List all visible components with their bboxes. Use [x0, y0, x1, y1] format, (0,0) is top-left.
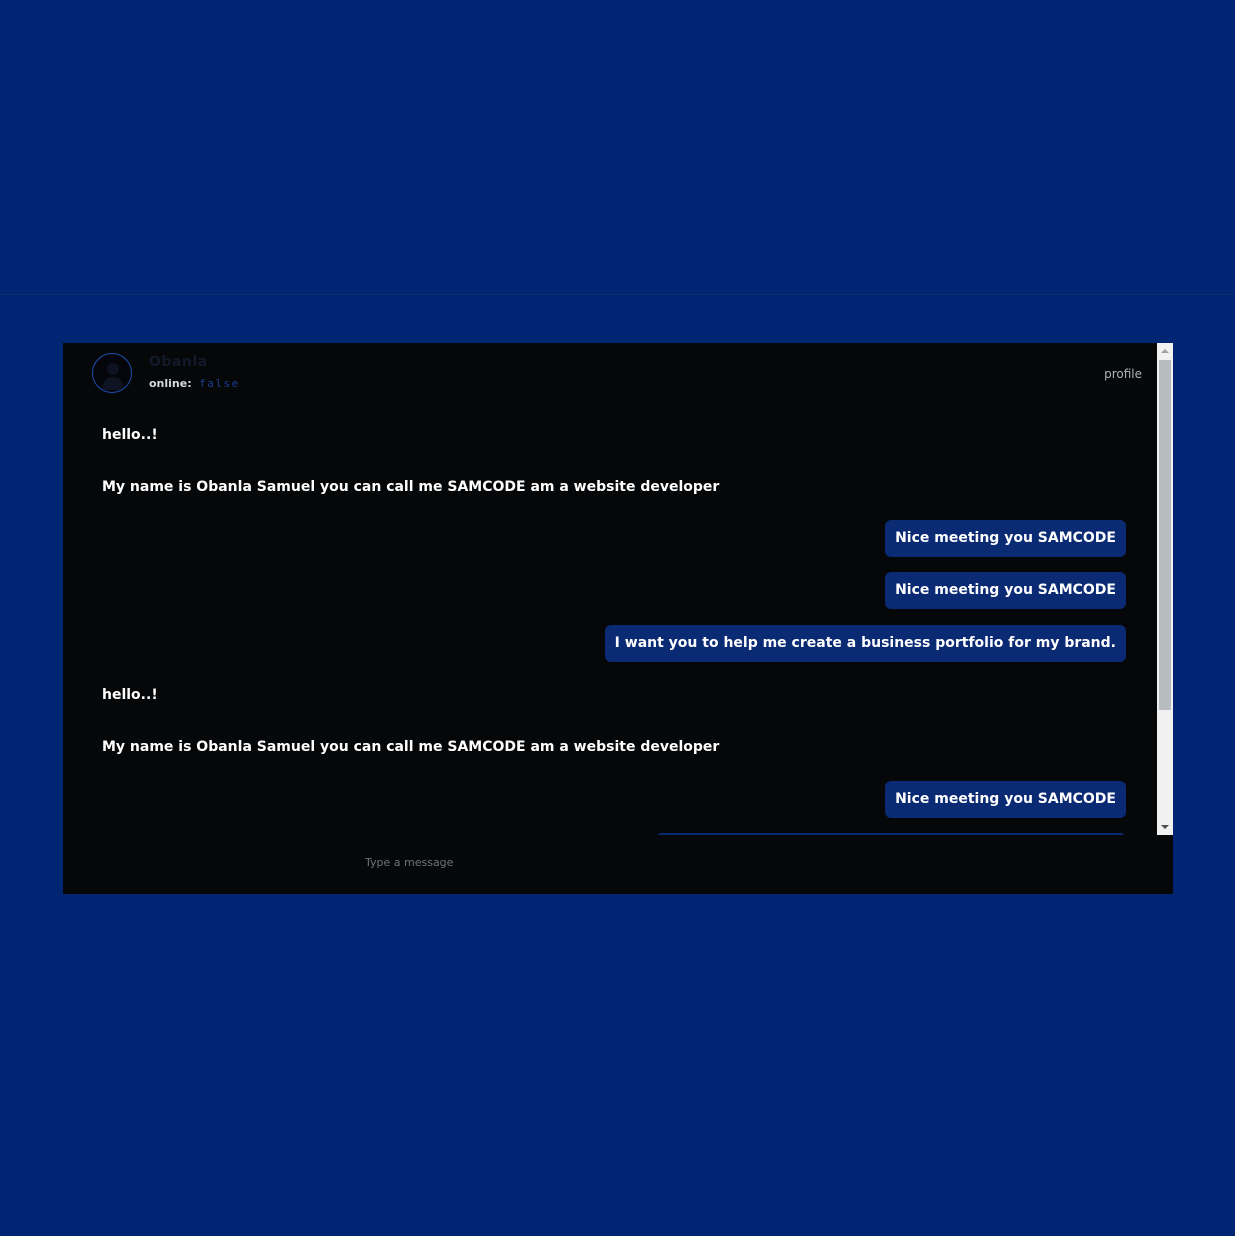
online-status-value: false: [199, 377, 240, 390]
message-scrollbar[interactable]: [1157, 343, 1173, 835]
message-received: My name is Obanla Samuel you can call me…: [102, 479, 720, 495]
scroll-up-button[interactable]: [1157, 343, 1173, 359]
triangle-up-icon: [1161, 349, 1169, 353]
triangle-down-icon: [1161, 825, 1169, 829]
message-received: hello..!: [102, 427, 158, 443]
message-received: My name is Obanla Samuel you can call me…: [102, 739, 720, 755]
message-composer: [63, 835, 1173, 894]
scroll-thumb[interactable]: [1159, 360, 1171, 710]
message-sent: I want you to help me create a business …: [604, 625, 1126, 662]
message-sent: Nice meeting you SAMCODE: [885, 781, 1126, 818]
avatar[interactable]: [92, 353, 132, 393]
message-received: hello..!: [102, 687, 158, 703]
message-input[interactable]: [363, 851, 967, 873]
online-status-label: online:: [149, 377, 192, 390]
user-silhouette-icon: [102, 363, 124, 390]
message-sent: Nice meeting you SAMCODE: [885, 520, 1126, 557]
message-sent: Nice meeting you SAMCODE: [885, 572, 1126, 609]
contact-name: Obanla: [149, 354, 208, 370]
chat-header: Obanla online: false profile: [63, 343, 1156, 413]
scroll-down-button[interactable]: [1157, 819, 1173, 835]
message-list[interactable]: hello..! My name is Obanla Samuel you ca…: [63, 413, 1156, 835]
chat-window: Obanla online: false profile hello..! My…: [63, 343, 1173, 894]
online-status: online: false: [149, 377, 240, 390]
top-banner: [0, 0, 1235, 295]
profile-link[interactable]: profile: [1104, 367, 1142, 381]
